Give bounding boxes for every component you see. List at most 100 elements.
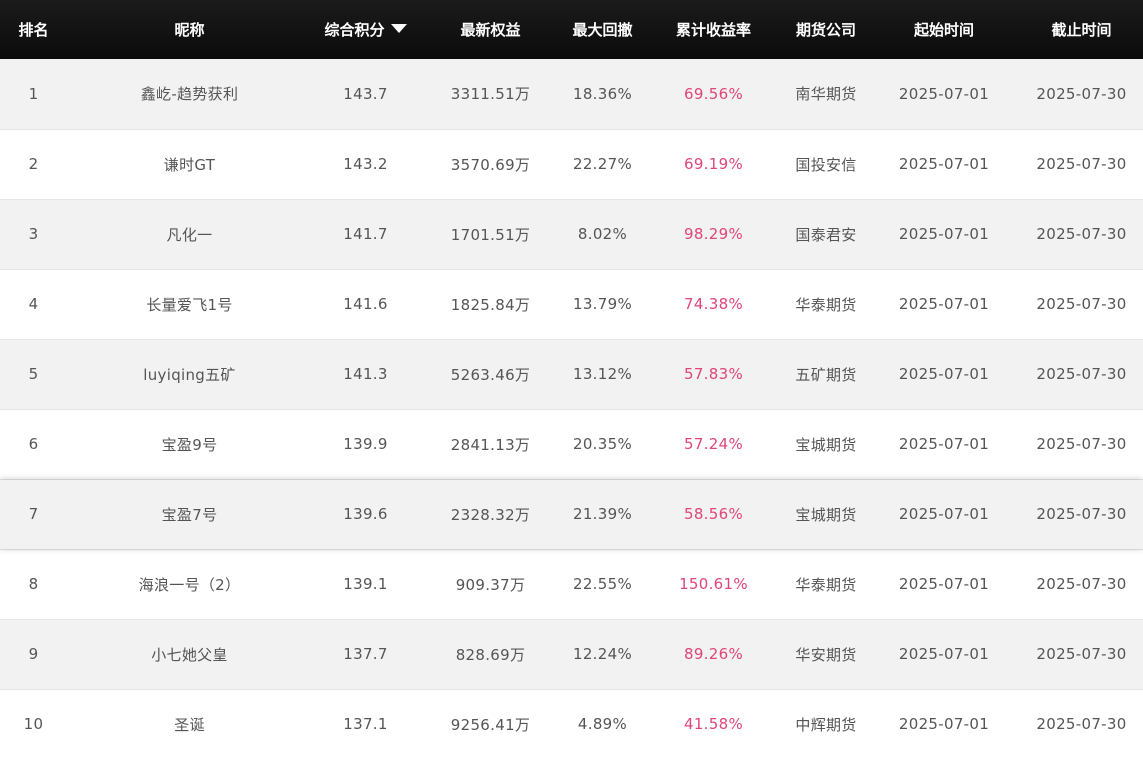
cell-return-rate: 89.26% xyxy=(643,619,784,690)
header-score[interactable]: 综合积分 xyxy=(312,0,419,59)
table-row[interactable]: 9 小七她父皇 137.7 828.69万 12.24% 89.26% 华安期货 2025-0… xyxy=(0,619,1143,690)
cell-drawdown: 22.27% xyxy=(562,129,643,200)
cell-drawdown: 21.39% xyxy=(562,479,643,550)
header-drawdown[interactable]: 最大回撤 xyxy=(562,0,643,59)
cell-score: 141.6 xyxy=(312,269,419,340)
cell-rank: 1 xyxy=(0,59,67,130)
cell-drawdown: 4.89% xyxy=(562,689,643,759)
cell-return-rate: 69.56% xyxy=(643,59,784,130)
cell-end-time: 2025-07-30 xyxy=(1020,269,1143,340)
cell-end-time: 2025-07-30 xyxy=(1020,199,1143,270)
table-row[interactable]: 5 luyiqing五矿 141.3 5263.46万 13.12% 57.83% 五矿期货… xyxy=(0,339,1143,410)
cell-company: 宝城期货 xyxy=(784,479,868,550)
cell-end-time: 2025-07-30 xyxy=(1020,339,1143,410)
table-body: 1 鑫屹-趋势获利 143.7 3311.51万 18.36% 69.56% 南华期货 202… xyxy=(0,59,1143,759)
cell-nickname: luyiqing五矿 xyxy=(67,339,312,410)
cell-equity: 2841.13万 xyxy=(419,409,562,480)
cell-rank: 8 xyxy=(0,549,67,620)
cell-start-time: 2025-07-01 xyxy=(868,129,1020,200)
cell-company: 南华期货 xyxy=(784,59,868,130)
table-row[interactable]: 7 宝盈7号 139.6 2328.32万 21.39% 58.56% 宝城期货 2025-0… xyxy=(0,479,1143,550)
cell-end-time: 2025-07-30 xyxy=(1020,549,1143,620)
cell-score: 141.7 xyxy=(312,199,419,270)
cell-equity: 828.69万 xyxy=(419,619,562,690)
cell-score: 141.3 xyxy=(312,339,419,410)
cell-score: 143.2 xyxy=(312,129,419,200)
cell-return-rate: 41.58% xyxy=(643,689,784,759)
cell-company: 华泰期货 xyxy=(784,549,868,620)
cell-nickname: 宝盈9号 xyxy=(67,409,312,480)
cell-end-time: 2025-07-30 xyxy=(1020,479,1143,550)
cell-start-time: 2025-07-01 xyxy=(868,199,1020,270)
cell-equity: 1825.84万 xyxy=(419,269,562,340)
cell-return-rate: 98.29% xyxy=(643,199,784,270)
cell-score: 139.9 xyxy=(312,409,419,480)
cell-end-time: 2025-07-30 xyxy=(1020,689,1143,759)
cell-equity: 909.37万 xyxy=(419,549,562,620)
cell-start-time: 2025-07-01 xyxy=(868,269,1020,340)
cell-rank: 10 xyxy=(0,689,67,759)
cell-nickname: 谦时GT xyxy=(67,129,312,200)
ranking-table: 排名 昵称 综合积分 最新权益 最大回撤 累计收益率 期货公司 起始时间 截止时… xyxy=(0,0,1143,759)
table-row[interactable]: 3 凡化一 141.7 1701.51万 8.02% 98.29% 国泰君安 2025-07-… xyxy=(0,199,1143,270)
cell-rank: 3 xyxy=(0,199,67,270)
cell-rank: 2 xyxy=(0,129,67,200)
cell-equity: 1701.51万 xyxy=(419,199,562,270)
cell-start-time: 2025-07-01 xyxy=(868,689,1020,759)
cell-company: 五矿期货 xyxy=(784,339,868,410)
cell-return-rate: 74.38% xyxy=(643,269,784,340)
header-row: 排名 昵称 综合积分 最新权益 最大回撤 累计收益率 期货公司 起始时间 截止时… xyxy=(0,0,1143,59)
cell-nickname: 宝盈7号 xyxy=(67,479,312,550)
cell-company: 国投安信 xyxy=(784,129,868,200)
cell-rank: 6 xyxy=(0,409,67,480)
cell-drawdown: 20.35% xyxy=(562,409,643,480)
cell-equity: 3311.51万 xyxy=(419,59,562,130)
cell-company: 华安期货 xyxy=(784,619,868,690)
table-row[interactable]: 4 长量爱飞1号 141.6 1825.84万 13.79% 74.38% 华泰期货 2025… xyxy=(0,269,1143,340)
header-company[interactable]: 期货公司 xyxy=(784,0,868,59)
cell-score: 139.1 xyxy=(312,549,419,620)
cell-company: 宝城期货 xyxy=(784,409,868,480)
cell-drawdown: 12.24% xyxy=(562,619,643,690)
header-rank[interactable]: 排名 xyxy=(0,0,67,59)
cell-rank: 4 xyxy=(0,269,67,340)
cell-start-time: 2025-07-01 xyxy=(868,339,1020,410)
header-start-time[interactable]: 起始时间 xyxy=(868,0,1020,59)
table-header: 排名 昵称 综合积分 最新权益 最大回撤 累计收益率 期货公司 起始时间 截止时… xyxy=(0,0,1143,59)
table-row[interactable]: 8 海浪一号（2） 139.1 909.37万 22.55% 150.61% 华泰期货 202… xyxy=(0,549,1143,620)
header-nickname[interactable]: 昵称 xyxy=(67,0,312,59)
cell-drawdown: 13.79% xyxy=(562,269,643,340)
cell-end-time: 2025-07-30 xyxy=(1020,409,1143,480)
table-row[interactable]: 10 圣诞 137.1 9256.41万 4.89% 41.58% 中辉期货 2025-07-… xyxy=(0,689,1143,759)
cell-nickname: 凡化一 xyxy=(67,199,312,270)
cell-drawdown: 13.12% xyxy=(562,339,643,410)
cell-drawdown: 8.02% xyxy=(562,199,643,270)
cell-equity: 3570.69万 xyxy=(419,129,562,200)
cell-start-time: 2025-07-01 xyxy=(868,619,1020,690)
cell-company: 中辉期货 xyxy=(784,689,868,759)
cell-end-time: 2025-07-30 xyxy=(1020,619,1143,690)
cell-rank: 5 xyxy=(0,339,67,410)
cell-return-rate: 69.19% xyxy=(643,129,784,200)
caret-down-icon[interactable] xyxy=(390,24,407,33)
cell-nickname: 小七她父皇 xyxy=(67,619,312,690)
cell-company: 国泰君安 xyxy=(784,199,868,270)
cell-drawdown: 22.55% xyxy=(562,549,643,620)
header-end-time[interactable]: 截止时间 xyxy=(1020,0,1143,59)
cell-rank: 9 xyxy=(0,619,67,690)
cell-end-time: 2025-07-30 xyxy=(1020,59,1143,130)
cell-start-time: 2025-07-01 xyxy=(868,479,1020,550)
table-row[interactable]: 6 宝盈9号 139.9 2841.13万 20.35% 57.24% 宝城期货 2025-0… xyxy=(0,409,1143,480)
cell-start-time: 2025-07-01 xyxy=(868,549,1020,620)
header-equity[interactable]: 最新权益 xyxy=(419,0,562,59)
header-return-rate[interactable]: 累计收益率 xyxy=(643,0,784,59)
cell-company: 华泰期货 xyxy=(784,269,868,340)
cell-end-time: 2025-07-30 xyxy=(1020,129,1143,200)
table-row[interactable]: 2 谦时GT 143.2 3570.69万 22.27% 69.19% 国投安信 2025-0… xyxy=(0,129,1143,200)
cell-return-rate: 150.61% xyxy=(643,549,784,620)
cell-equity: 5263.46万 xyxy=(419,339,562,410)
cell-return-rate: 57.83% xyxy=(643,339,784,410)
cell-nickname: 长量爱飞1号 xyxy=(67,269,312,340)
cell-score: 137.1 xyxy=(312,689,419,759)
table-row[interactable]: 1 鑫屹-趋势获利 143.7 3311.51万 18.36% 69.56% 南华期货 202… xyxy=(0,59,1143,130)
